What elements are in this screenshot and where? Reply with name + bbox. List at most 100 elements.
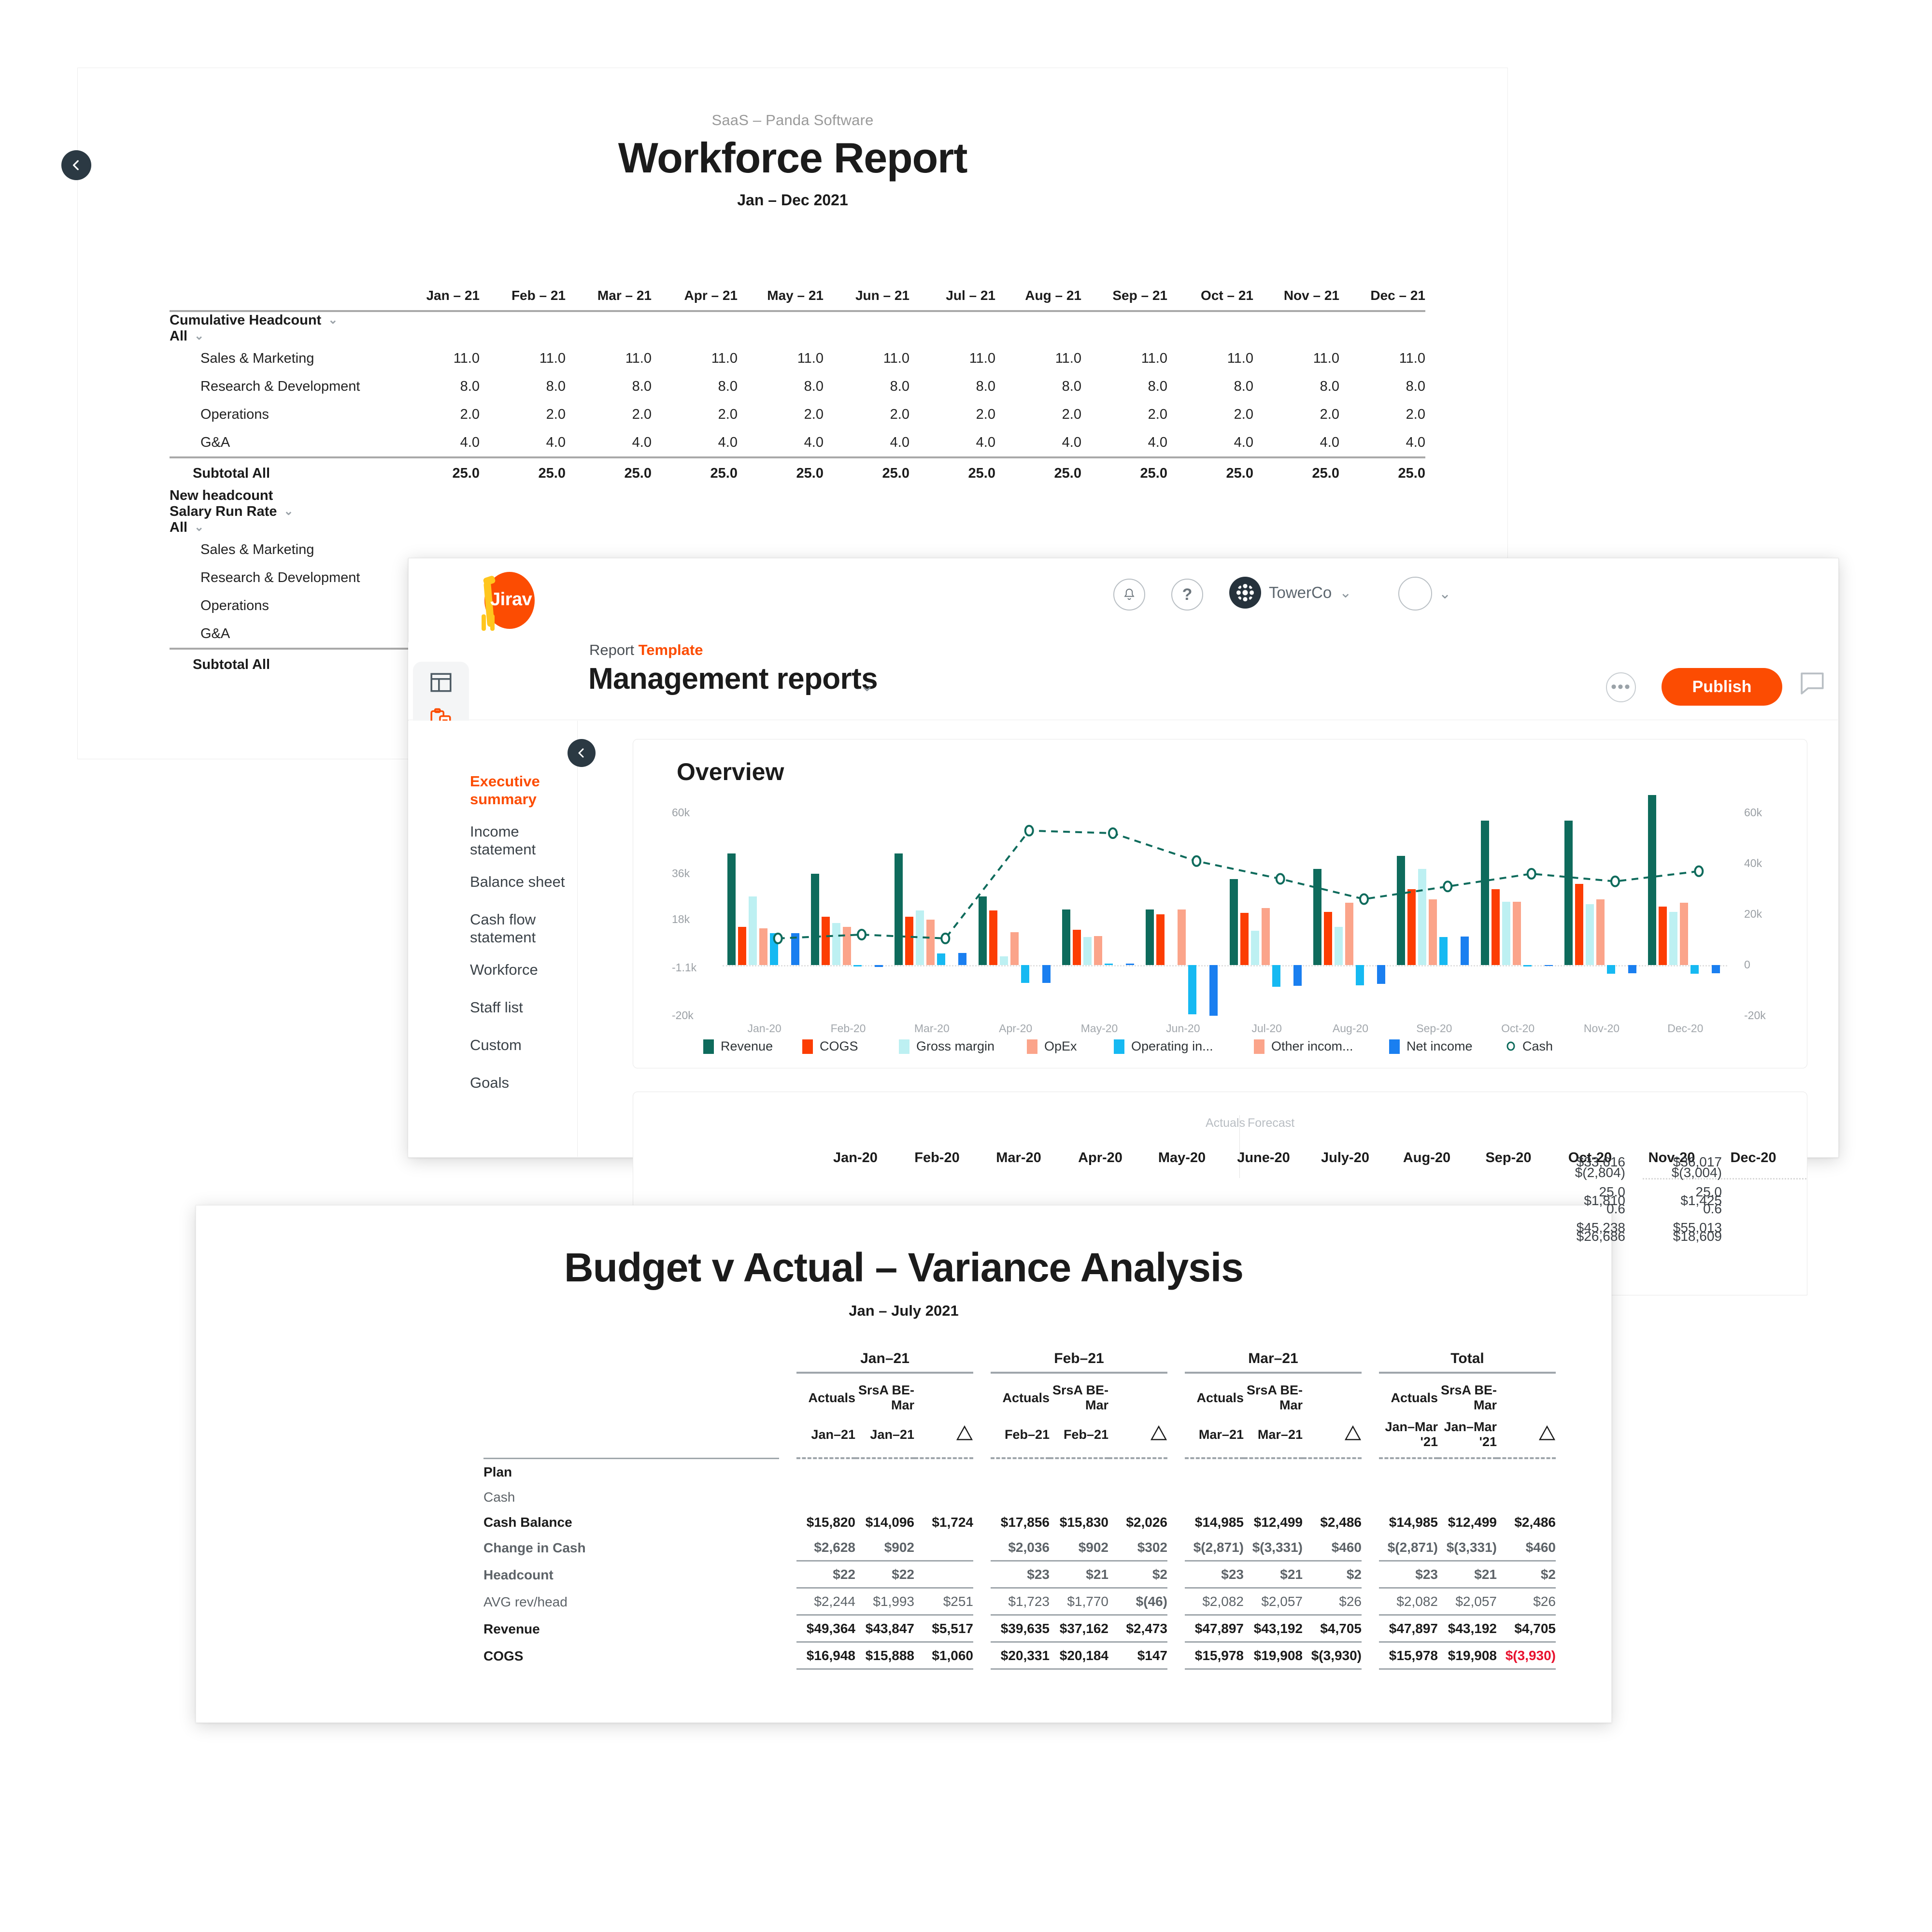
legend-swatch	[1389, 1039, 1400, 1054]
dashboard-icon[interactable]	[428, 670, 454, 695]
comment-icon[interactable]	[1799, 671, 1825, 695]
chevron-down-icon: ⌄	[328, 313, 338, 327]
cell-value: $15,978	[1389, 1648, 1438, 1663]
nav-item-workforce[interactable]: Workforce	[470, 961, 576, 979]
bell-icon[interactable]	[1113, 579, 1145, 611]
cell-value	[1050, 1485, 1108, 1510]
user-menu[interactable]: ⌄	[1398, 577, 1451, 611]
legend-item[interactable]: OpEx	[1027, 1039, 1114, 1054]
cell-value: $49,364	[806, 1621, 855, 1636]
section-row[interactable]: Cumulative Headcount ⌄	[170, 313, 1425, 328]
cell-value: $23	[1027, 1567, 1050, 1582]
cell-value: $43,847	[865, 1621, 914, 1636]
chart-title: Overview	[677, 758, 784, 785]
cell-value	[1244, 1485, 1303, 1510]
more-options-button[interactable]: •••	[1606, 672, 1636, 702]
month-column-header: Jan-20	[833, 1150, 878, 1165]
y-axis-tick-right: 20k	[1744, 908, 1762, 920]
breadcrumb-template[interactable]: Template	[639, 641, 703, 658]
legend-label: Net income	[1406, 1039, 1473, 1053]
cell-value: $14,096	[865, 1515, 914, 1530]
cell-value: $2	[1540, 1567, 1556, 1582]
budget-table: Jan–21 Feb–21 Mar–21 Total Actuals SrsA BE-Ma…	[483, 1350, 1556, 1670]
nav-item-cash-flow-statement[interactable]: Cash flow statement	[470, 911, 576, 946]
x-axis-tick: Mar-20	[914, 1022, 950, 1035]
month-column-header: May-20	[1158, 1150, 1206, 1165]
publish-button[interactable]: Publish	[1662, 668, 1782, 706]
col-actuals: Actuals	[1002, 1390, 1050, 1405]
cell-value	[1438, 1485, 1497, 1510]
nav-collapse-button[interactable]	[568, 739, 596, 767]
cell-value: $4,705	[1514, 1621, 1556, 1636]
nav-item-custom[interactable]: Custom	[470, 1037, 576, 1054]
nav-item-balance-sheet[interactable]: Balance sheet	[470, 873, 576, 891]
row-label: Cash Balance	[483, 1515, 572, 1530]
cell-value: $460	[1331, 1540, 1362, 1555]
nav-item-executive-summary[interactable]: Executive summary	[470, 773, 576, 808]
overview-chart-card: Overview Revenue COGS Gross margin OpEx Oper…	[633, 739, 1807, 1068]
table-row: Cash Balance $15,820 $14,096 $1,724 $17,856 $…	[483, 1510, 1556, 1535]
row-label: Headcount	[483, 1567, 554, 1582]
table-row: Cash	[483, 1485, 1556, 1510]
cell-value: $19,908	[1448, 1648, 1497, 1663]
legend-swatch	[1505, 1039, 1516, 1054]
cell-value: $2,082	[1396, 1594, 1438, 1609]
triangle-icon	[1344, 1425, 1362, 1440]
legend-label: Revenue	[721, 1039, 773, 1053]
legend-item[interactable]: Operating in...	[1114, 1039, 1254, 1054]
cell-value	[796, 1485, 855, 1510]
cell-value: $460	[1525, 1540, 1556, 1555]
column-header: Dec – 21	[1370, 288, 1425, 303]
section-row[interactable]: New headcount	[170, 488, 1425, 504]
legend-item[interactable]: Net income	[1389, 1039, 1505, 1054]
org-switcher[interactable]: TowerCo ⌄	[1229, 577, 1351, 609]
cell-value: $23	[1415, 1567, 1438, 1582]
cell-value: $2,244	[814, 1594, 855, 1609]
cell-value: $22	[892, 1567, 914, 1582]
legend-label: Cash	[1522, 1039, 1553, 1053]
group-row[interactable]: All ⌄	[170, 328, 1425, 344]
legend-item[interactable]: Gross margin	[899, 1039, 1027, 1054]
legend-item[interactable]: Cash	[1505, 1039, 1577, 1054]
nav-item-income-statement[interactable]: Income statement	[470, 823, 576, 858]
cell-value: $16,948	[806, 1648, 855, 1663]
cell-value: $20,184	[1059, 1648, 1108, 1663]
cell-value: $2,026	[1126, 1515, 1167, 1530]
col-period-scenario: Jan–21	[870, 1427, 914, 1442]
cell-value: $2,082	[1202, 1594, 1244, 1609]
table-row: COGS $16,948 $15,888 $1,060 $20,331 $20,184 $1…	[483, 1643, 1556, 1669]
cell-value: $2,057	[1455, 1594, 1497, 1609]
col-period-scenario: Feb–21	[1063, 1427, 1108, 1442]
section-row[interactable]: Salary Run Rate ⌄	[170, 504, 1425, 520]
group-row[interactable]: All ⌄	[170, 520, 1425, 536]
cell-value	[1185, 1485, 1244, 1510]
nav-item-goals[interactable]: Goals	[470, 1074, 576, 1092]
cell-value: $14,985	[1194, 1515, 1244, 1530]
table-row: Headcount $22 $22 $23 $21 $2 $23 $21 $2 $23 $21 $2	[483, 1562, 1556, 1588]
workforce-title: Workforce Report	[618, 134, 968, 182]
row-label: Plan	[483, 1464, 512, 1479]
legend-item[interactable]: COGS	[802, 1039, 899, 1054]
legend-swatch	[899, 1039, 909, 1054]
month-column-header: Apr-20	[1078, 1150, 1122, 1165]
col-scenario: SrsA BE-Mar	[858, 1383, 914, 1412]
cell-value: $21	[1474, 1567, 1497, 1582]
chevron-down-icon[interactable]: ⌄	[860, 675, 874, 696]
budget-variance-card: Budget v Actual – Variance Analysis Jan …	[196, 1205, 1612, 1723]
cell-value: $251	[943, 1594, 973, 1609]
legend-item[interactable]: Revenue	[703, 1039, 802, 1054]
subheader-row-2: Jan–21 Jan–21 Feb–21 Feb–21 Mar–21 Mar–21 Jan–…	[483, 1413, 1556, 1458]
cell-value: $902	[1078, 1540, 1108, 1555]
x-axis-tick: Jul-20	[1251, 1022, 1282, 1035]
y-axis-tick-right: 0	[1744, 958, 1750, 971]
help-icon[interactable]: ?	[1171, 579, 1203, 611]
table-row: Plan	[483, 1460, 1556, 1485]
nav-item-staff-list[interactable]: Staff list	[470, 999, 576, 1017]
cell-value	[914, 1562, 973, 1588]
y-axis-tick-right: 40k	[1744, 857, 1762, 869]
cell-value: $(3,331)	[1252, 1540, 1303, 1555]
workforce-eyebrow: SaaS – Panda Software	[711, 112, 874, 128]
legend-item[interactable]: Other incom...	[1254, 1039, 1389, 1054]
x-axis-tick: Sep-20	[1416, 1022, 1452, 1035]
cell-value: $(2,871)	[1387, 1540, 1438, 1555]
